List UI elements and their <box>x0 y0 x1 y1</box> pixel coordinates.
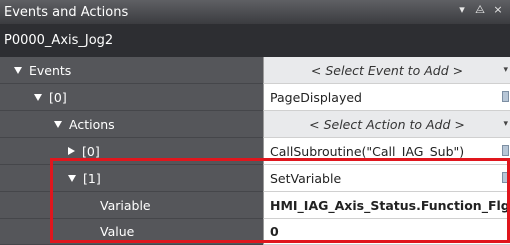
events-key[interactable]: Events <box>0 57 263 84</box>
close-icon[interactable]: × <box>492 3 504 17</box>
select-event-text: < Select Event to Add > <box>310 62 464 78</box>
expand-toggle[interactable] <box>34 93 49 101</box>
edit-icon[interactable] <box>502 172 509 183</box>
value-key: Value <box>0 219 263 245</box>
event-0-value[interactable]: PageDisplayed <box>263 84 510 111</box>
property-grid: Events < Select Event to Add > ▾ [0] Pag… <box>0 57 510 245</box>
value-field[interactable]: 0 <box>263 219 510 245</box>
value-label: Value <box>100 224 135 239</box>
panel-controls: ▾ ⨺ × <box>456 3 504 17</box>
triangle-down-icon[interactable] <box>68 174 76 182</box>
action-0-label: [0] <box>82 143 100 159</box>
edit-icon[interactable] <box>502 145 509 156</box>
triangle-right-icon[interactable] <box>68 147 75 155</box>
action-0-value[interactable]: CallSubroutine("Call_IAG_Sub") <box>263 138 510 165</box>
object-name-header: P0000_Axis_Jog2 <box>0 24 510 57</box>
panel-menu-icon[interactable]: ▾ <box>456 3 468 17</box>
expand-toggle[interactable] <box>54 120 69 128</box>
triangle-down-icon[interactable] <box>14 66 22 74</box>
panel-titlebar: Events and Actions ▾ ⨺ × <box>0 0 510 24</box>
value-value: 0 <box>270 224 279 239</box>
action-1-row: [1] SetVariable <box>0 165 510 192</box>
edit-icon[interactable] <box>502 91 509 102</box>
value-row: Value 0 <box>0 219 510 245</box>
event-0-text: PageDisplayed <box>270 89 362 105</box>
variable-key: Variable <box>0 192 263 219</box>
event-0-row: [0] PageDisplayed <box>0 84 510 111</box>
panel-title: Events and Actions <box>4 4 129 20</box>
dropdown-arrow-icon[interactable]: ▾ <box>503 65 508 75</box>
action-1-text: SetVariable <box>270 170 342 186</box>
actions-row: Actions < Select Action to Add > ▾ <box>0 111 510 138</box>
events-row: Events < Select Event to Add > ▾ <box>0 57 510 84</box>
variable-row: Variable HMI_IAG_Axis_Status.Function_Fl… <box>0 192 510 219</box>
triangle-down-icon[interactable] <box>34 93 42 101</box>
action-0-key[interactable]: [0] <box>0 138 263 165</box>
actions-label: Actions <box>69 116 115 132</box>
variable-field[interactable]: HMI_IAG_Axis_Status.Function_Flg <box>263 192 510 219</box>
triangle-down-icon[interactable] <box>54 120 62 128</box>
actions-key[interactable]: Actions <box>0 111 263 138</box>
action-1-key[interactable]: [1] <box>0 165 263 192</box>
event-0-label: [0] <box>49 89 67 105</box>
pin-icon[interactable]: ⨺ <box>474 3 486 17</box>
action-1-value[interactable]: SetVariable <box>263 165 510 192</box>
variable-value: HMI_IAG_Axis_Status.Function_Flg <box>270 197 510 213</box>
select-action-text: < Select Action to Add > <box>309 116 465 132</box>
action-0-text: CallSubroutine("Call_IAG_Sub") <box>270 143 465 159</box>
expand-toggle[interactable] <box>68 174 83 182</box>
event-0-key[interactable]: [0] <box>0 84 263 111</box>
dropdown-arrow-icon[interactable]: ▾ <box>503 119 508 129</box>
expand-toggle[interactable] <box>68 147 82 155</box>
action-0-row: [0] CallSubroutine("Call_IAG_Sub") <box>0 138 510 165</box>
events-and-actions-panel: Events and Actions ▾ ⨺ × P0000_Axis_Jog2… <box>0 0 510 245</box>
expand-toggle[interactable] <box>14 66 29 74</box>
variable-label: Variable <box>100 197 151 213</box>
select-action-dropdown[interactable]: < Select Action to Add > ▾ <box>263 111 510 138</box>
events-label: Events <box>29 62 72 78</box>
object-name: P0000_Axis_Jog2 <box>4 33 114 48</box>
action-1-label: [1] <box>83 170 101 186</box>
select-event-dropdown[interactable]: < Select Event to Add > ▾ <box>263 57 510 84</box>
